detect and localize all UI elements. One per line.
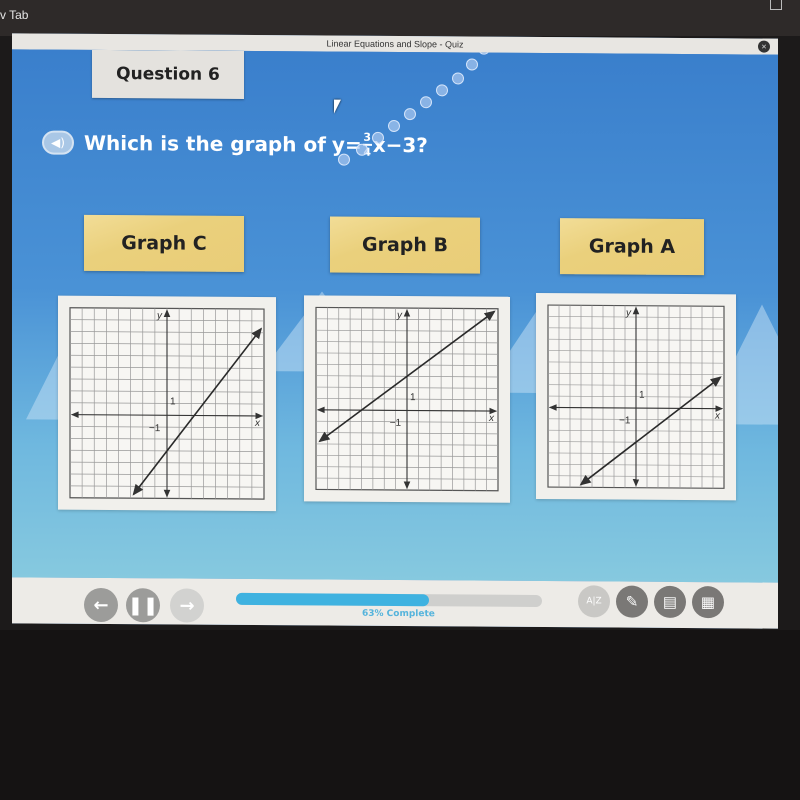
tick-label-positive: 1 <box>410 392 416 403</box>
y-axis-label: y <box>625 308 632 319</box>
choice-graph-c-button[interactable]: Graph C <box>84 214 244 272</box>
bead-decoration <box>466 58 478 71</box>
coordinate-plane-a: x y 1 −1 <box>547 304 725 489</box>
choice-label: Graph C <box>121 232 207 255</box>
bead-decoration <box>338 153 350 166</box>
x-axis-label: x <box>714 411 721 422</box>
mouse-cursor-icon <box>334 99 341 114</box>
quiz-stage: Question 6 ◀) Which is the graph of y= 3… <box>12 49 778 583</box>
close-icon[interactable]: × <box>758 40 770 53</box>
y-axis-label: y <box>396 310 403 321</box>
graph-card-b[interactable]: x y 1 −1 <box>304 295 510 503</box>
question-prompt: ◀) Which is the graph of y= 3 4 x−3 ? <box>42 128 428 161</box>
fraction-numerator: 3 <box>363 130 372 144</box>
bead-decoration <box>356 143 368 156</box>
graph-card-a[interactable]: x y 1 −1 <box>536 292 736 501</box>
window-title: Linear Equations and Slope - Quiz <box>326 38 464 50</box>
x-axis-label: x <box>254 418 261 429</box>
tick-label-negative: −1 <box>149 423 161 434</box>
bead-decoration <box>388 119 400 133</box>
glossary-label: A|Z <box>586 596 602 607</box>
question-number: Question 6 <box>116 64 220 85</box>
progress-fill <box>236 592 429 607</box>
coordinate-plane-b: x y 1 −1 <box>315 306 499 492</box>
bead-decoration <box>372 131 384 144</box>
notepad-icon[interactable]: ▤ <box>654 585 686 619</box>
choice-label: Graph A <box>588 235 676 258</box>
desk-background <box>0 630 800 800</box>
x-axis-label: x <box>488 413 495 424</box>
bead-decoration <box>436 84 448 97</box>
speaker-icon[interactable]: ◀) <box>42 130 74 155</box>
browser-tab-label[interactable]: v Tab <box>0 8 28 22</box>
pause-icon[interactable]: ❚❚ <box>126 588 160 623</box>
bead-decoration <box>452 72 464 85</box>
graph-card-c[interactable]: x y 1 −1 <box>58 295 276 512</box>
arrow-right-icon: → <box>170 588 204 623</box>
prompt-prefix: Which is the graph of <box>84 130 326 157</box>
choice-label: Graph B <box>361 233 448 257</box>
tick-label-negative: −1 <box>619 415 631 426</box>
choice-graph-b-button[interactable]: Graph B <box>330 216 480 274</box>
share-icon[interactable] <box>770 0 782 10</box>
y-axis-label: y <box>156 310 163 321</box>
question-number-box: Question 6 <box>92 49 244 99</box>
tick-label-positive: 1 <box>639 390 645 401</box>
calculator-icon[interactable]: ▦ <box>692 586 724 619</box>
pencil-icon[interactable]: ✎ <box>616 585 648 618</box>
tick-label-positive: 1 <box>170 396 176 407</box>
arrow-left-icon[interactable]: ← <box>84 587 118 623</box>
coordinate-plane-c: x y 1 −1 <box>69 307 265 500</box>
progress-bar <box>236 592 542 608</box>
glossary-icon[interactable]: A|Z <box>578 585 610 618</box>
prompt-suffix: ? <box>416 133 428 158</box>
bead-decoration <box>404 108 416 121</box>
bead-decoration <box>420 96 432 109</box>
browser-toolbar: v Tab <box>0 0 800 36</box>
choice-graph-a-button[interactable]: Graph A <box>560 218 704 276</box>
quiz-toolbar: ← ❚❚ → 63% Complete A|Z ✎ ▤ ▦ <box>12 577 778 629</box>
quiz-window: Linear Equations and Slope - Quiz × Ques… <box>12 33 778 629</box>
tick-label-negative: −1 <box>390 418 402 429</box>
progress-label: 63% Complete <box>362 608 435 620</box>
